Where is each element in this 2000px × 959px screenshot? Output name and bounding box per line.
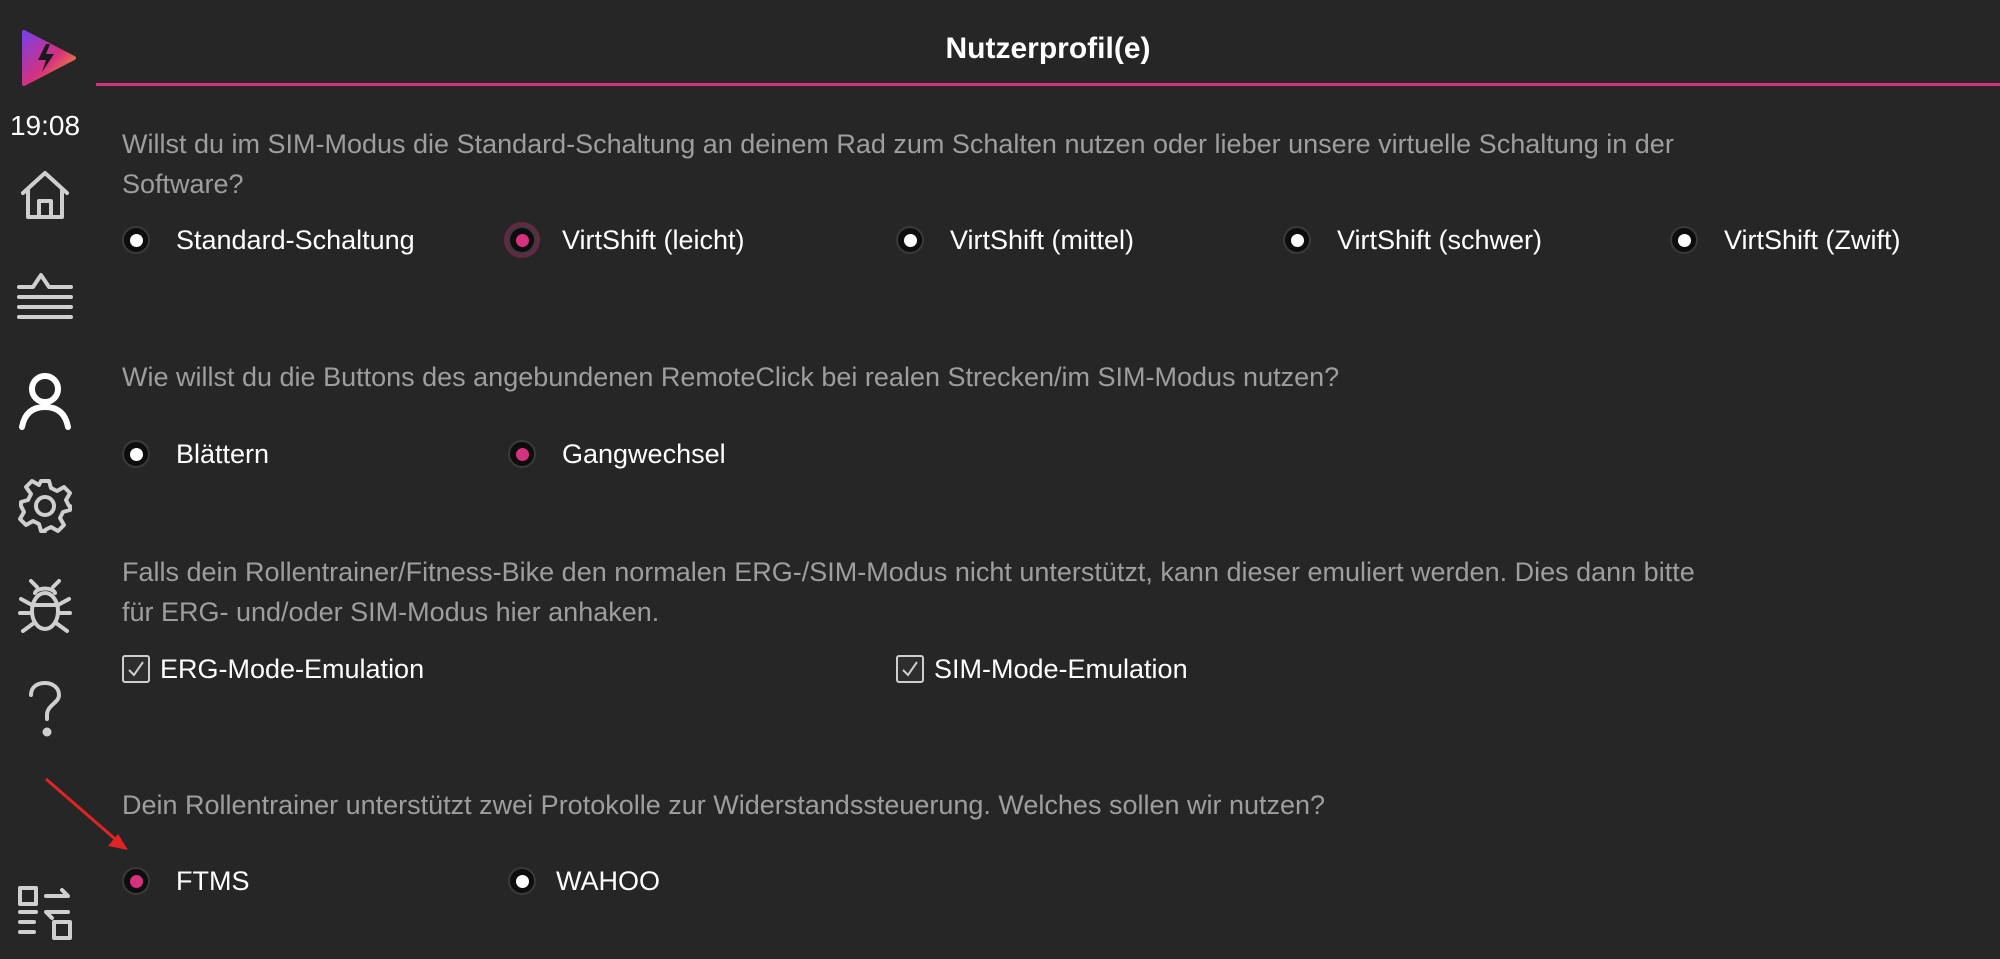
nav-workouts[interactable]	[12, 266, 78, 332]
option-label: SIM-Mode-Emulation	[934, 653, 1188, 684]
option-virtshift-mittel[interactable]: VirtShift (mittel)	[896, 220, 1134, 260]
checkbox-sim-mode-emulation[interactable]: SIM-Mode-Emulation	[896, 649, 1188, 689]
checkmark-icon	[128, 661, 144, 677]
help-icon	[21, 679, 69, 739]
checkbox-checked[interactable]	[122, 655, 150, 683]
option-standard-schaltung[interactable]: Standard-Schaltung	[122, 220, 415, 260]
page-title: Nutzerprofil(e)	[945, 32, 1151, 65]
emulation-question: Falls dein Rollentrainer/Fitness-Bike de…	[122, 557, 1695, 627]
nav-settings[interactable]	[12, 473, 78, 539]
nav-home[interactable]	[12, 162, 78, 228]
option-label: VirtShift (leicht)	[562, 224, 745, 255]
option-label: WAHOO	[556, 865, 660, 896]
shifting-question: Willst du im SIM-Modus die Standard-Scha…	[122, 129, 1674, 199]
radio-button[interactable]	[508, 867, 536, 895]
radio-button-selected[interactable]	[508, 440, 536, 468]
option-gangwechsel[interactable]: Gangwechsel	[508, 434, 726, 474]
user-profile-icon	[17, 371, 73, 431]
option-virtshift-leicht[interactable]: VirtShift (leicht)	[508, 220, 745, 260]
clock: 19:08	[9, 110, 81, 141]
header: Nutzerprofil(e)	[96, 0, 2000, 86]
option-virtshift-zwift[interactable]: VirtShift (Zwift)	[1670, 220, 1901, 260]
checkbox-erg-mode-emulation[interactable]: ERG-Mode-Emulation	[122, 649, 424, 689]
option-label: VirtShift (schwer)	[1337, 224, 1543, 255]
option-blaettern[interactable]: Blättern	[122, 434, 269, 474]
option-label: Gangwechsel	[562, 438, 726, 469]
option-label: VirtShift (Zwift)	[1724, 224, 1901, 255]
option-wahoo[interactable]: WAHOO	[508, 861, 660, 901]
option-ftms[interactable]: FTMS	[122, 861, 250, 901]
nav-user-profile[interactable]	[12, 368, 78, 434]
sidebar: 19:08	[0, 0, 90, 959]
nav-debug[interactable]	[12, 574, 78, 640]
radio-button[interactable]	[896, 226, 924, 254]
option-label: VirtShift (mittel)	[950, 224, 1135, 255]
radio-button-selected[interactable]	[508, 226, 536, 254]
checkmark-icon	[902, 661, 918, 677]
radio-button[interactable]	[1283, 226, 1311, 254]
radio-button-selected[interactable]	[122, 867, 150, 895]
option-label: FTMS	[176, 865, 250, 896]
radio-button[interactable]	[1670, 226, 1698, 254]
option-label: Standard-Schaltung	[176, 224, 415, 255]
remoteclick-question: Wie willst du die Buttons des angebunden…	[122, 362, 1340, 392]
option-label: Blättern	[176, 438, 270, 469]
gear-icon	[16, 477, 74, 535]
app-window: 19:08 Nutzerprofil(e) Willst du im SIM-M…	[0, 0, 2000, 959]
app-logo	[18, 28, 78, 88]
protocol-question: Dein Rollentrainer unterstützt zwei Prot…	[122, 790, 1326, 820]
radio-button[interactable]	[122, 226, 150, 254]
nav-switch[interactable]	[12, 880, 78, 946]
option-label: ERG-Mode-Emulation	[160, 653, 425, 684]
nav-help[interactable]	[12, 676, 78, 742]
option-virtshift-schwer[interactable]: VirtShift (schwer)	[1283, 220, 1542, 260]
header-divider	[96, 83, 2000, 86]
workouts-list-icon	[15, 271, 75, 327]
home-icon	[17, 167, 73, 223]
bug-icon	[15, 577, 75, 637]
checkbox-checked[interactable]	[896, 655, 924, 683]
swap-icon	[16, 884, 74, 942]
radio-button[interactable]	[122, 440, 150, 468]
